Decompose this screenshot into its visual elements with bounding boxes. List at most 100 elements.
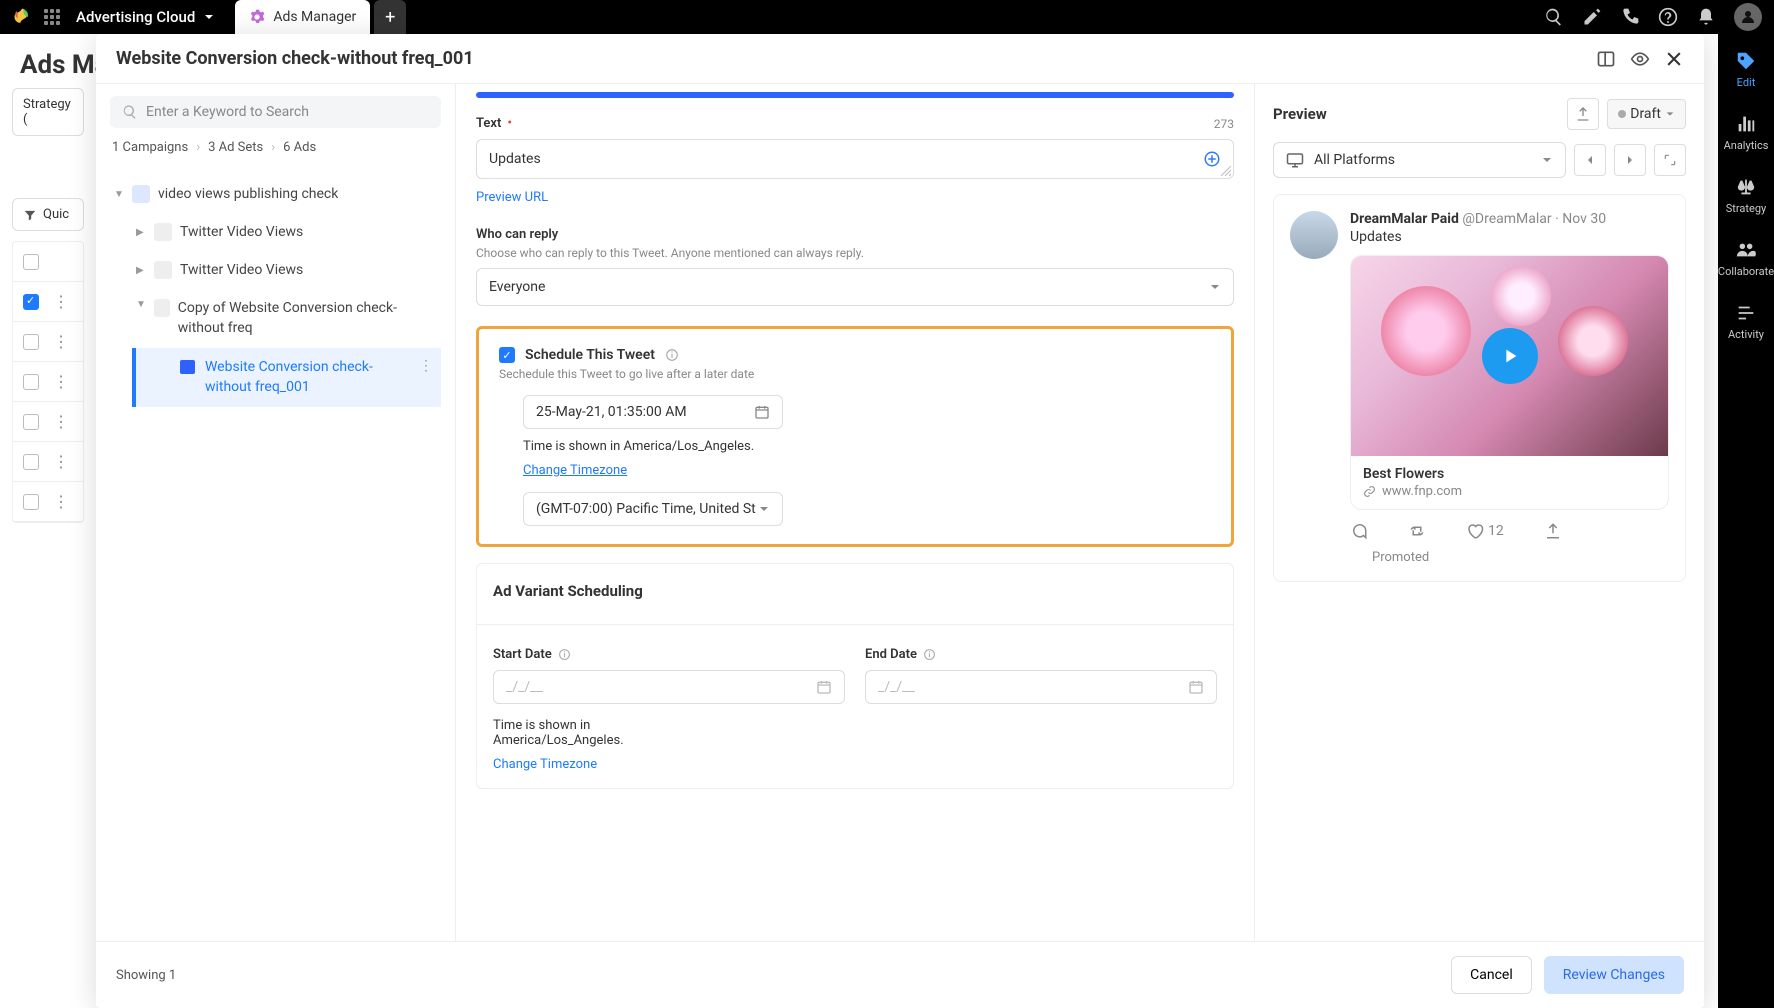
export-button[interactable]	[1567, 98, 1599, 130]
chevron-right-icon	[1624, 154, 1636, 166]
desktop-icon	[1286, 151, 1304, 169]
schedule-checkbox[interactable]: ✓	[499, 347, 515, 363]
chevron-down-icon	[1209, 281, 1221, 293]
row-list: ⋮ ⋮ ⋮ ⋮ ⋮ ⋮	[12, 241, 84, 523]
promoted-badge: Promoted	[1350, 550, 1669, 565]
schedule-help: Sechedule this Tweet to go live after a …	[499, 367, 1211, 381]
share-icon[interactable]	[1544, 522, 1562, 540]
showing-text: Showing 1	[116, 968, 176, 983]
row-checkbox[interactable]	[23, 494, 39, 510]
tweet-actions: 12	[1350, 522, 1669, 540]
workspace-dropdown[interactable]: Advertising Cloud	[76, 8, 215, 26]
media-image	[1351, 256, 1668, 456]
table-row[interactable]: ⋮	[13, 282, 83, 322]
table-row[interactable]: ⋮	[13, 362, 83, 402]
card-title: Best Flowers	[1363, 466, 1656, 482]
rail-collaborate[interactable]: Collaborate	[1718, 239, 1774, 278]
app-logo	[12, 7, 32, 27]
table-row[interactable]: ⋮	[13, 442, 83, 482]
tree-adset[interactable]: ▶ Twitter Video Views	[132, 251, 441, 289]
quick-filter-chip[interactable]: Quic	[12, 198, 84, 231]
start-date-input[interactable]: _/_/__	[493, 670, 845, 704]
table-row[interactable]: ⋮	[13, 322, 83, 362]
edit-icon[interactable]	[1582, 7, 1602, 27]
rail-activity[interactable]: Activity	[1728, 302, 1764, 341]
panel-icon[interactable]	[1596, 49, 1616, 69]
row-checkbox[interactable]	[23, 374, 39, 390]
platform-select[interactable]: All Platforms	[1273, 142, 1566, 178]
plus-circle-icon[interactable]	[1203, 150, 1221, 168]
resize-handle-icon[interactable]	[1221, 166, 1231, 176]
calendar-icon	[816, 679, 832, 695]
rail-strategy[interactable]: Strategy	[1726, 176, 1766, 215]
reply-label: Who can reply	[476, 227, 1234, 242]
text-label: Text•	[476, 116, 512, 131]
expand-button[interactable]	[1654, 144, 1686, 176]
rail-analytics[interactable]: Analytics	[1724, 113, 1769, 152]
preview-url-link[interactable]: Preview URL	[476, 190, 548, 205]
next-button[interactable]	[1614, 144, 1646, 176]
user-avatar[interactable]	[1734, 3, 1762, 31]
table-row[interactable]: ⋮	[13, 402, 83, 442]
row-more[interactable]: ⋮	[53, 372, 69, 391]
schedule-datetime-input[interactable]: 25-May-21, 01:35:00 AM	[523, 395, 783, 429]
editor-form: Text• 273 Updates Preview URL Who can re…	[456, 84, 1254, 941]
prev-button[interactable]	[1574, 144, 1606, 176]
row-more[interactable]: ⋮	[53, 452, 69, 471]
more-icon[interactable]: ⋮	[419, 358, 433, 374]
tree-adset[interactable]: ▶ Twitter Video Views	[132, 213, 441, 251]
info-icon[interactable]	[558, 648, 571, 661]
tweet-author: DreamMalar Paid	[1350, 211, 1459, 227]
info-icon[interactable]	[923, 648, 936, 661]
crumb-campaigns[interactable]: 1 Campaigns	[112, 140, 188, 155]
cancel-button[interactable]: Cancel	[1451, 956, 1532, 994]
tree-campaign[interactable]: ▼ video views publishing check	[110, 175, 441, 213]
crumb-ads[interactable]: 6 Ads	[283, 140, 316, 155]
tree-adset[interactable]: ▼ Copy of Website Conversion check-witho…	[132, 289, 441, 348]
info-icon[interactable]	[665, 348, 679, 362]
reply-icon[interactable]	[1350, 522, 1368, 540]
row-checkbox[interactable]	[23, 254, 39, 270]
tweet-text-value: Updates	[489, 151, 541, 167]
close-icon[interactable]	[1664, 49, 1684, 69]
search-icon[interactable]	[1544, 7, 1564, 27]
search-input[interactable]: Enter a Keyword to Search	[110, 96, 441, 128]
reply-select[interactable]: Everyone	[476, 268, 1234, 306]
rail-edit[interactable]: Edit	[1735, 50, 1757, 89]
row-checkbox[interactable]	[23, 454, 39, 470]
row-checkbox[interactable]	[23, 294, 39, 310]
variant-change-tz-link[interactable]: Change Timezone	[493, 757, 597, 772]
new-tab-button[interactable]: +	[374, 0, 406, 34]
tweet-media-card[interactable]: Best Flowers www.fnp.com	[1350, 255, 1669, 510]
help-icon[interactable]	[1658, 7, 1678, 27]
top-bar: Advertising Cloud Ads Manager +	[0, 0, 1774, 34]
apps-launcher-icon[interactable]	[44, 9, 60, 25]
crumb-adsets[interactable]: 3 Ad Sets	[208, 140, 263, 155]
like-button[interactable]: 12	[1466, 522, 1504, 540]
timezone-select[interactable]: (GMT-07:00) Pacific Time, United St	[523, 492, 783, 526]
tab-ads-manager[interactable]: Ads Manager	[235, 0, 370, 34]
schedule-section: ✓ Schedule This Tweet Sechedule this Twe…	[476, 326, 1234, 547]
editor-modal: Website Conversion check-without freq_00…	[96, 34, 1704, 1008]
phone-icon[interactable]	[1620, 7, 1640, 27]
row-more[interactable]: ⋮	[53, 332, 69, 351]
review-changes-button[interactable]: Review Changes	[1544, 956, 1684, 994]
row-checkbox[interactable]	[23, 414, 39, 430]
table-row[interactable]: ⋮	[13, 482, 83, 522]
retweet-icon[interactable]	[1408, 522, 1426, 540]
bell-icon[interactable]	[1696, 7, 1716, 27]
eye-icon[interactable]	[1630, 49, 1650, 69]
status-dropdown[interactable]: Draft	[1607, 99, 1686, 129]
strategy-chip[interactable]: Strategy (	[12, 88, 84, 136]
reply-help: Choose who can reply to this Tweet. Anyo…	[476, 246, 1234, 260]
folder-icon	[132, 185, 150, 203]
tweet-text-input[interactable]: Updates	[476, 139, 1234, 179]
change-timezone-link[interactable]: Change Timezone	[523, 463, 627, 478]
row-more[interactable]: ⋮	[53, 492, 69, 511]
row-more[interactable]: ⋮	[53, 412, 69, 431]
end-date-input[interactable]: _/_/__	[865, 670, 1217, 704]
row-checkbox[interactable]	[23, 334, 39, 350]
tree-ad-selected[interactable]: Website Conversion check-without freq_00…	[132, 348, 441, 407]
table-row[interactable]	[13, 242, 83, 282]
row-more[interactable]: ⋮	[53, 292, 69, 311]
